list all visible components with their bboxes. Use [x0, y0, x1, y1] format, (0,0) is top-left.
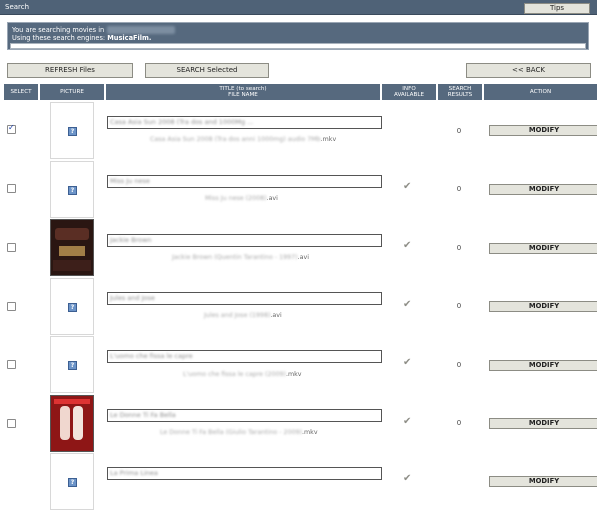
- title-search-input[interactable]: Jules and Jose: [107, 292, 382, 305]
- title-search-input[interactable]: Casa Asia Sun 2008 (Tra dos and 1000Mg .…: [107, 116, 382, 129]
- title-search-input[interactable]: L'uomo che fissa le capre: [107, 350, 382, 363]
- redacted-folder: redacted/folder/path: [107, 26, 176, 34]
- row-select-checkbox[interactable]: [7, 419, 16, 428]
- column-header-select: SELECT: [4, 84, 38, 100]
- refresh-files-button[interactable]: REFRESH Files: [7, 63, 133, 78]
- window-title: Search: [5, 3, 30, 11]
- search-results-count: 0: [456, 185, 462, 193]
- modify-button[interactable]: MODIFY: [489, 476, 597, 487]
- title-search-input[interactable]: Miss Ju nese: [107, 175, 382, 188]
- column-header-action: ACTION: [484, 84, 597, 100]
- movie-picture-placeholder: ?: [50, 453, 94, 510]
- search-selected-button[interactable]: SEARCH Selected: [145, 63, 269, 78]
- search-results-count: 0: [456, 419, 462, 427]
- row-select-checkbox[interactable]: [7, 243, 16, 252]
- info-available-check-icon: ✔: [403, 416, 412, 427]
- modify-button[interactable]: MODIFY: [489, 125, 597, 136]
- info-available-check-icon: ✔: [403, 181, 412, 192]
- file-name: Casa Asia Sun 2008 (Tra dos anni 1000mg)…: [150, 136, 337, 143]
- column-header-info: INFO AVAILABLE: [382, 84, 436, 100]
- info-available-check-icon: ✔: [403, 473, 412, 484]
- title-search-input[interactable]: Jackie Brown: [107, 234, 382, 247]
- tips-button[interactable]: Tips: [524, 3, 590, 14]
- row-select-checkbox[interactable]: [7, 123, 16, 134]
- search-engines-value: MusicaFilm.: [107, 34, 152, 42]
- modify-button[interactable]: MODIFY: [489, 418, 597, 429]
- missing-image-icon: ?: [68, 478, 77, 487]
- column-header-title: TITLE (to search) FILE NAME: [106, 84, 380, 100]
- file-name: Miss Ju nese (2008).avi: [205, 195, 278, 202]
- movie-poster-image: [50, 219, 94, 276]
- movie-picture-placeholder: ?: [50, 161, 94, 218]
- search-results-count: 0: [456, 127, 462, 135]
- search-results-count: 0: [456, 302, 462, 310]
- row-select-checkbox[interactable]: [7, 360, 16, 369]
- modify-button[interactable]: MODIFY: [489, 243, 597, 254]
- row-select-checkbox[interactable]: [7, 184, 16, 193]
- search-results-count: 0: [456, 244, 462, 252]
- file-name: Le Donne Ti Fa Bella (Giulio Tarantino -…: [160, 429, 318, 436]
- window-titlebar: Search Tips: [0, 0, 597, 15]
- search-info-line1: You are searching movies in redacted/fold…: [12, 26, 176, 34]
- file-name: Jules and Jose (1998).avi: [204, 312, 282, 319]
- search-info-panel: You are searching movies in redacted/fold…: [7, 22, 589, 50]
- modify-button[interactable]: MODIFY: [489, 360, 597, 371]
- back-button[interactable]: << BACK: [466, 63, 591, 78]
- modify-button[interactable]: MODIFY: [489, 184, 597, 195]
- search-results-count: 0: [456, 361, 462, 369]
- missing-image-icon: ?: [68, 127, 77, 136]
- search-info-line2: Using these search engines: MusicaFilm.: [12, 34, 152, 42]
- missing-image-icon: ?: [68, 186, 77, 195]
- row-select-checkbox[interactable]: [7, 302, 16, 311]
- column-header-results: SEARCH RESULTS: [438, 84, 482, 100]
- title-search-input[interactable]: Le Donne Ti Fa Bella: [107, 409, 382, 422]
- file-name: Jackie Brown (Quentin Tarantino - 1997).…: [172, 254, 309, 261]
- movie-picture-placeholder: ?: [50, 278, 94, 335]
- file-name: L'uomo che fissa le capre (2009).mkv: [183, 371, 302, 378]
- movie-poster-image: [50, 395, 94, 452]
- modify-button[interactable]: MODIFY: [489, 301, 597, 312]
- movie-picture-placeholder: ?: [50, 336, 94, 393]
- missing-image-icon: ?: [68, 361, 77, 370]
- info-available-check-icon: ✔: [403, 357, 412, 368]
- column-header-picture: PICTURE: [40, 84, 104, 100]
- search-info-input[interactable]: [10, 43, 586, 49]
- title-search-input[interactable]: La Prima Linea: [107, 467, 382, 480]
- movie-picture-placeholder: ?: [50, 102, 94, 159]
- info-available-check-icon: ✔: [403, 240, 412, 251]
- info-available-check-icon: ✔: [403, 299, 412, 310]
- missing-image-icon: ?: [68, 303, 77, 312]
